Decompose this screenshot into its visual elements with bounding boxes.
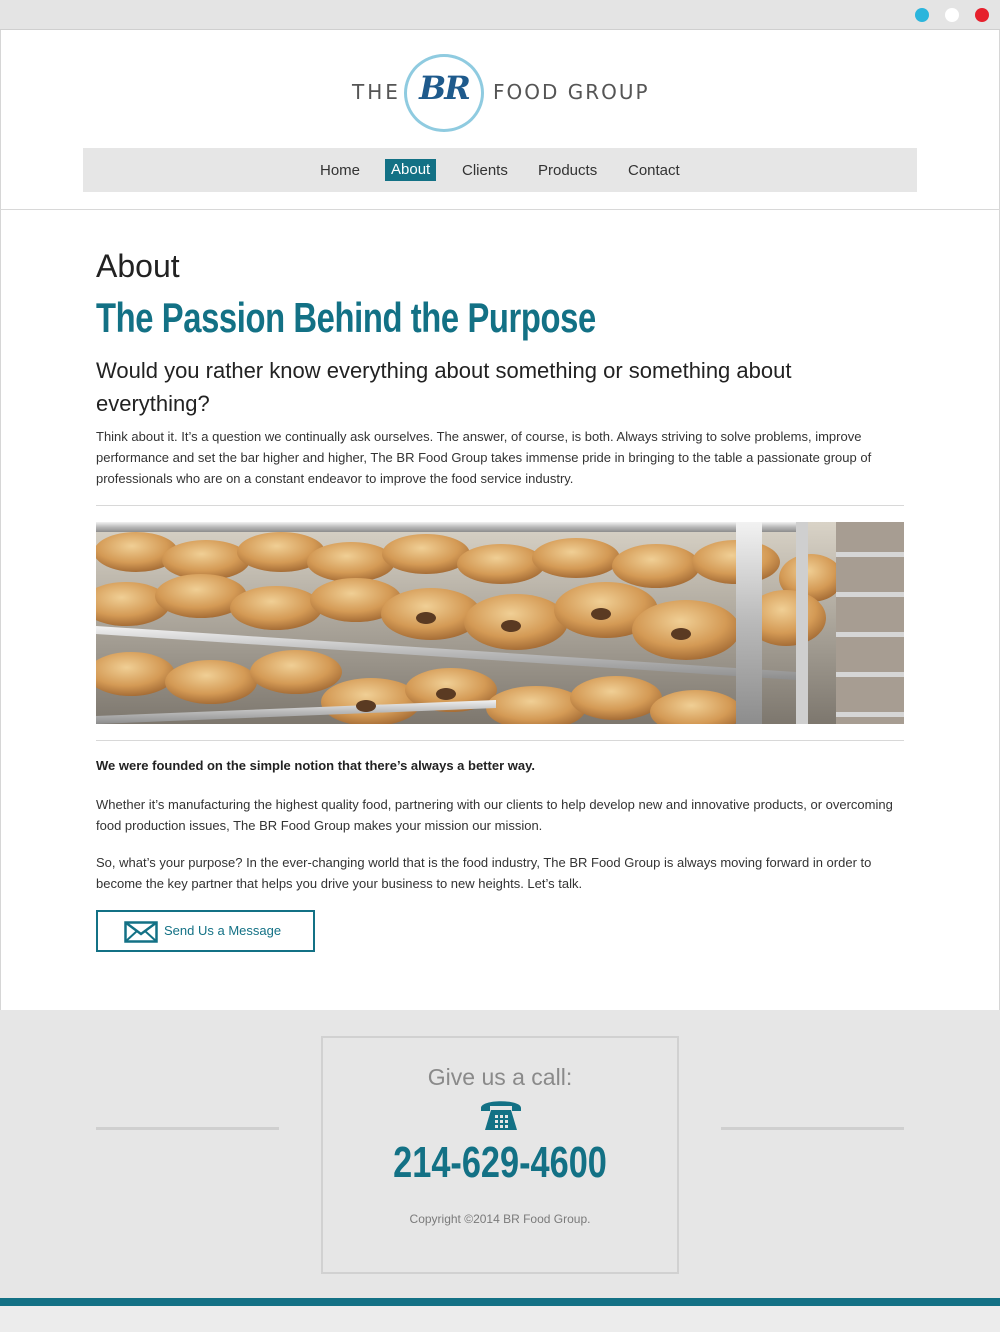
telephone-icon [481,1101,521,1130]
footer-accent-bar [0,1298,1000,1306]
nav-item-contact[interactable]: Contact [628,160,680,182]
page-title: About [96,248,180,284]
content-divider-bottom [96,740,904,741]
founded-statement: We were founded on the simple notion tha… [96,758,535,773]
lead-question: Would you rather know everything about s… [96,358,792,416]
bakery-rack-photo [96,522,904,724]
logo-food-group-text: FOOD GROUP [493,80,650,104]
copyright-text: Copyright ©2014 BR Food Group. [409,1212,591,1226]
logo-the-text: THE [352,80,401,104]
phone-number: 214-629-4600 [393,1138,607,1187]
window-dot-blue[interactable] [915,8,929,22]
logo-br-monogram: BR [419,69,471,107]
site-footer: Give us a call: 214-629-4600 Copyright ©… [0,1010,1000,1298]
call-title: Give us a call: [427,1064,573,1090]
footer-line-left [96,1127,279,1130]
content-divider-top [96,505,904,506]
browser-chrome [0,0,1000,30]
header-divider [0,209,1000,210]
purpose-paragraph: So, what’s your purpose? In the ever-cha… [96,855,872,891]
window-dot-red[interactable] [975,8,989,22]
nav-item-clients[interactable]: Clients [462,160,508,182]
send-message-button[interactable]: Send Us a Message [96,910,315,952]
call-box: Give us a call: 214-629-4600 Copyright ©… [321,1036,679,1274]
logo-ring: BR [404,54,484,132]
page-tagline: The Passion Behind the Purpose [96,294,596,341]
send-message-label: Send Us a Message [164,923,282,938]
nav-item-products[interactable]: Products [538,160,597,182]
mission-paragraph: Whether it’s manufacturing the highest q… [96,797,893,833]
main-nav: Home About Clients Products Contact [83,148,917,192]
phone-number-link[interactable]: 214-629-4600 [323,1138,677,1188]
footer-bottom-space [0,1306,1000,1332]
nav-item-about[interactable]: About [385,159,437,181]
window-dot-white[interactable] [945,8,959,22]
footer-line-right [721,1127,904,1130]
brand-logo[interactable]: THE BR FOOD GROUP [0,54,1000,132]
envelope-icon [124,921,158,943]
intro-paragraph: Think about it. It’s a question we conti… [96,429,872,486]
nav-item-home[interactable]: Home [320,160,360,182]
